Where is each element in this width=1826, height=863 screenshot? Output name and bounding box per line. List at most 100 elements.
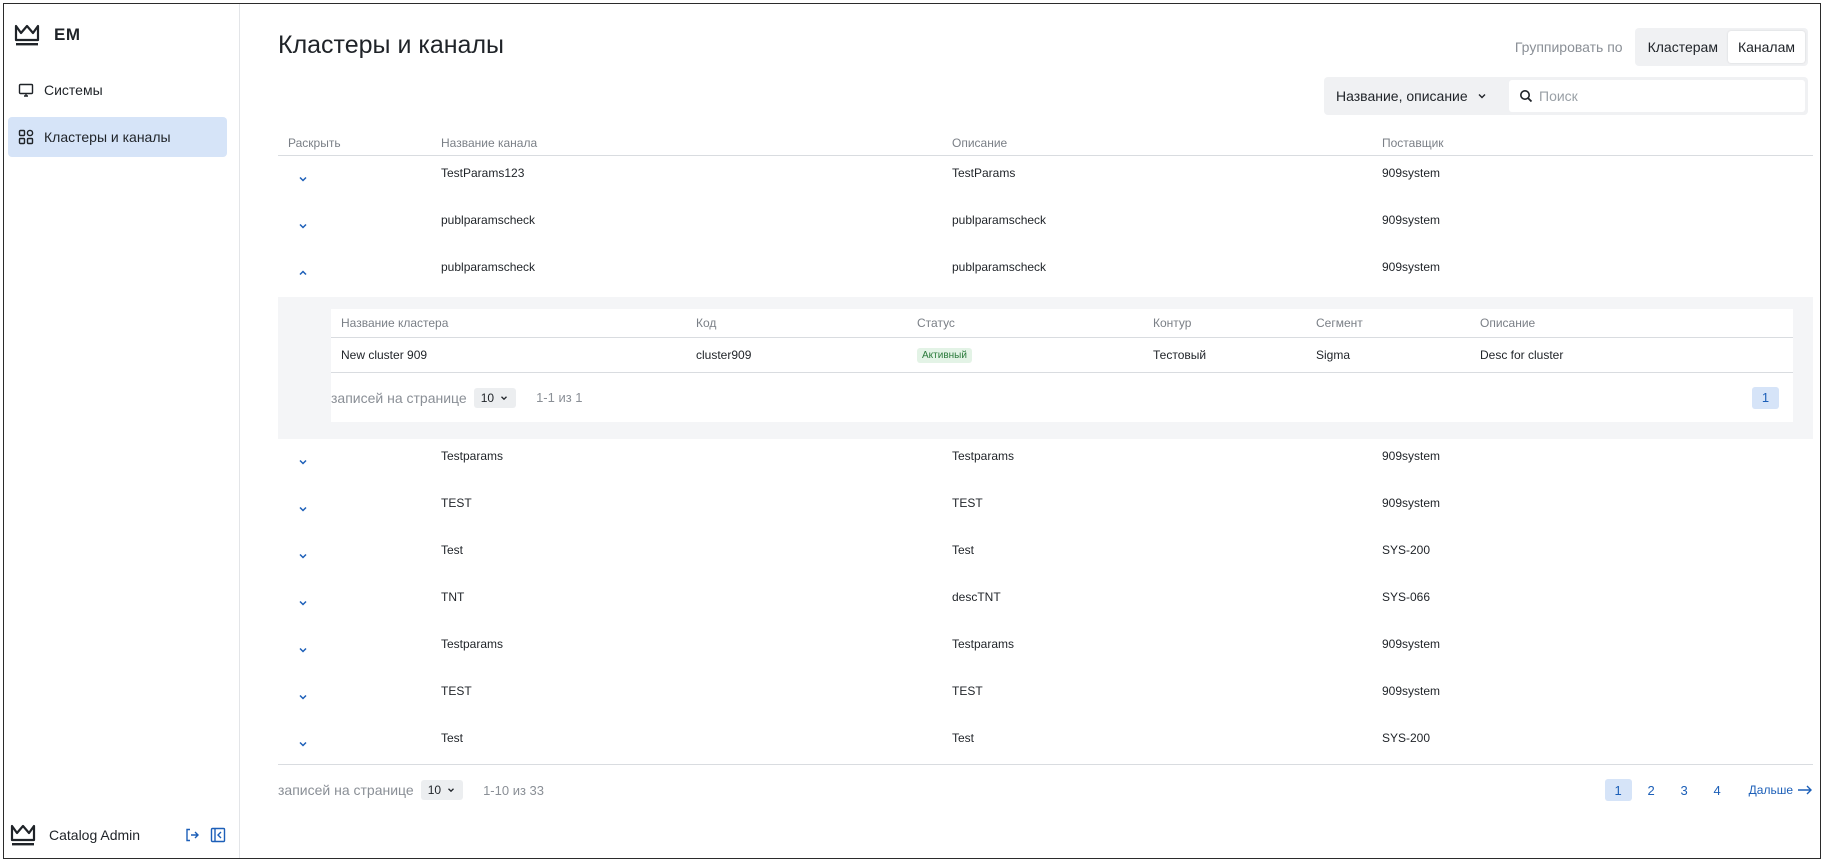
user-name: Catalog Admin — [49, 827, 141, 843]
page-button-2[interactable]: 2 — [1638, 779, 1665, 801]
channel-provider: 909system — [1382, 260, 1441, 274]
chevron-down-icon[interactable] — [297, 503, 309, 515]
arrow-right-icon — [1798, 785, 1812, 795]
search-input[interactable] — [1539, 88, 1789, 104]
group-by: Группировать по Кластерам Каналам — [1515, 28, 1808, 66]
chevron-down-icon[interactable] — [297, 173, 309, 185]
table-row-expanded[interactable]: publparamscheck publparamscheck 909syste… — [278, 250, 1813, 297]
per-page-value: 10 — [480, 390, 495, 405]
chevron-up-icon[interactable] — [297, 267, 309, 279]
logout-icon[interactable] — [184, 827, 200, 843]
table-row[interactable]: TNT descTNT SYS-066 — [278, 580, 1813, 627]
chevron-down-icon — [501, 395, 508, 400]
table-row[interactable]: TEST TEST 909system — [278, 486, 1813, 533]
channel-name: Testparams — [441, 637, 504, 651]
sidebar-item-label: Кластеры и каналы — [44, 129, 171, 145]
page-buttons: 1 2 3 4 Дальше — [1604, 779, 1813, 801]
collapse-sidebar-icon[interactable] — [210, 827, 226, 843]
app-window: EM Системы Кластеры и каналы Catalog Adm… — [3, 3, 1821, 859]
status-badge: Активный — [917, 348, 972, 363]
logo[interactable]: EM — [14, 20, 81, 50]
table-row[interactable]: TEST TEST 909system — [278, 674, 1813, 721]
page-button-4[interactable]: 4 — [1704, 779, 1731, 801]
chevron-down-icon[interactable] — [297, 456, 309, 468]
col-expand: Раскрыть — [288, 135, 341, 150]
table-row[interactable]: publparamscheck publparamscheck 909syste… — [278, 203, 1813, 250]
page-button[interactable]: 1 — [1752, 386, 1779, 409]
search-field-select[interactable]: Название, описание — [1324, 77, 1509, 115]
page-button-3[interactable]: 3 — [1671, 779, 1698, 801]
search-input-wrap — [1509, 80, 1805, 112]
channel-description: Test — [952, 543, 975, 557]
chevron-down-icon[interactable] — [297, 691, 309, 703]
table-row[interactable]: Testparams Testparams 909system — [278, 627, 1813, 674]
col-code[interactable]: Код — [696, 316, 917, 330]
col-description[interactable]: Описание — [952, 136, 1382, 150]
group-by-clusters-button[interactable]: Кластерам — [1638, 31, 1728, 63]
page-title: Кластеры и каналы — [278, 31, 505, 59]
col-cluster-name[interactable]: Название кластера — [331, 316, 696, 330]
pagination: записей на странице 10 1-10 из 33 1 2 3 … — [278, 764, 1813, 813]
chevron-down-icon — [448, 788, 455, 793]
clusters-table-header: Название кластера Код Статус Контур Сегм… — [331, 309, 1793, 338]
main-content: Кластеры и каналы Группировать по Класте… — [240, 4, 1820, 858]
sidebar-item-label: Системы — [44, 82, 103, 98]
search-bar: Название, описание — [1324, 77, 1808, 115]
col-segment[interactable]: Сегмент — [1316, 316, 1480, 330]
channel-name: TestParams123 — [441, 166, 525, 180]
col-contour[interactable]: Контур — [1153, 316, 1316, 330]
grid-icon — [18, 129, 34, 145]
chevron-down-icon[interactable] — [297, 738, 309, 750]
clusters-pagination: записей на странице 10 1-1 из 1 1 — [331, 373, 1793, 422]
cluster-segment: Sigma — [1316, 348, 1351, 362]
table-row[interactable]: Test Test SYS-200 — [278, 533, 1813, 580]
chevron-down-icon[interactable] — [297, 550, 309, 562]
chevron-down-icon[interactable] — [297, 220, 309, 232]
col-provider[interactable]: Поставщик — [1382, 136, 1813, 150]
per-page-label: записей на странице — [331, 389, 467, 406]
crown-icon — [10, 824, 36, 846]
group-by-label: Группировать по — [1514, 39, 1623, 55]
col-cluster-description[interactable]: Описание — [1480, 316, 1793, 330]
channel-description: TEST — [952, 684, 983, 698]
channel-provider: 909system — [1382, 449, 1441, 463]
sidebar-item-clusters[interactable]: Кластеры и каналы — [8, 117, 227, 157]
col-status[interactable]: Статус — [917, 316, 1153, 330]
per-page-label: записей на странице — [278, 782, 414, 798]
next-page-label: Дальше — [1748, 783, 1793, 797]
channel-name: TEST — [441, 496, 472, 510]
footer-actions — [184, 827, 226, 843]
sidebar-item-systems[interactable]: Системы — [8, 70, 227, 110]
channel-provider: 909system — [1382, 637, 1441, 651]
table-row[interactable]: Test Test SYS-200 — [278, 721, 1813, 768]
channels-table: Раскрыть Название канала Описание Постав… — [278, 130, 1813, 768]
channel-provider: SYS-200 — [1382, 731, 1431, 745]
channel-description: descTNT — [952, 590, 1001, 604]
records-count: 1-1 из 1 — [536, 390, 583, 405]
channel-provider: SYS-066 — [1382, 590, 1431, 604]
table-header: Раскрыть Название канала Описание Постав… — [278, 130, 1813, 156]
next-page-button[interactable]: Дальше — [1749, 783, 1813, 797]
clusters-table: Название кластера Код Статус Контур Сегм… — [331, 309, 1793, 422]
chevron-down-icon[interactable] — [297, 644, 309, 656]
per-page-value: 10 — [427, 783, 442, 797]
channel-name: Testparams — [441, 449, 504, 463]
per-page-select[interactable]: 10 — [473, 387, 517, 408]
per-page-select[interactable]: 10 — [420, 780, 464, 800]
table-row[interactable]: Testparams Testparams 909system — [278, 439, 1813, 486]
cluster-row[interactable]: New cluster 909 cluster909 Активный Тест… — [331, 338, 1793, 373]
channel-description: Testparams — [952, 449, 1015, 463]
channel-provider: 909system — [1382, 213, 1441, 227]
page-button-1[interactable]: 1 — [1604, 779, 1632, 801]
channel-name: Test — [441, 731, 464, 745]
channel-provider: 909system — [1382, 684, 1441, 698]
group-by-switch: Кластерам Каналам — [1634, 28, 1808, 66]
sidebar-nav: Системы Кластеры и каналы — [8, 70, 227, 164]
col-channel-name[interactable]: Название канала — [441, 136, 952, 150]
channel-description: publparamscheck — [952, 260, 1047, 274]
group-by-channels-button[interactable]: Каналам — [1727, 31, 1805, 63]
table-row[interactable]: TestParams123 TestParams 909system — [278, 156, 1813, 203]
cluster-contour: Тестовый — [1153, 348, 1207, 362]
chevron-down-icon[interactable] — [297, 597, 309, 609]
channel-description: Testparams — [952, 637, 1015, 651]
